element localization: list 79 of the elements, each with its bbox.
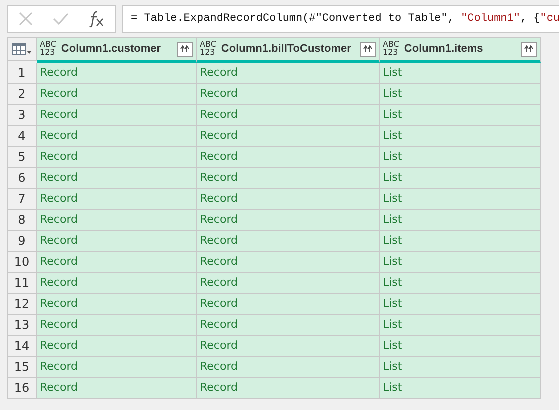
table-cell: Record (197, 105, 380, 126)
table-cell: List (380, 84, 541, 105)
table-cell: Record (37, 147, 197, 168)
row-number: 15 (8, 357, 37, 378)
row-number: 11 (8, 273, 37, 294)
table-cell: Record (37, 63, 197, 84)
table-cell: Record (37, 231, 197, 252)
formula-field[interactable]: = Table.ExpandRecordColumn(#"Converted to Table", "Column1", {"cu (122, 5, 559, 33)
table-cell: Record (197, 294, 380, 315)
type-icon: ABC 123 (383, 41, 400, 57)
table-cell: Record (37, 210, 197, 231)
table-cell: Record (197, 126, 380, 147)
table-cell: List (380, 168, 541, 189)
expand-column-button[interactable] (360, 42, 376, 56)
table-cell: Record (197, 84, 380, 105)
table-cell: List (380, 378, 541, 399)
table-cell: List (380, 126, 541, 147)
table-cell: List (380, 252, 541, 273)
table-cell: Record (197, 315, 380, 336)
table-cell: Record (37, 357, 197, 378)
expand-arrows-icon (524, 45, 534, 53)
type-icon: ABC 123 (40, 41, 56, 57)
table-cell: List (380, 210, 541, 231)
table-cell: Record (197, 147, 380, 168)
row-number: 2 (8, 84, 37, 105)
table-cell: Record (197, 252, 380, 273)
table-cell: Record (37, 273, 197, 294)
expand-column-button[interactable] (521, 42, 537, 56)
table-cell: Record (197, 357, 380, 378)
row-number: 3 (8, 105, 37, 126)
table-cell: Record (37, 126, 197, 147)
column-header[interactable]: Column1.billToCustomer (221, 43, 355, 55)
table-cell: List (380, 315, 541, 336)
row-number: 6 (8, 168, 37, 189)
table-cell: Record (37, 168, 197, 189)
table-cell: List (380, 294, 541, 315)
table-cell: List (380, 357, 541, 378)
row-number: 14 (8, 336, 37, 357)
expand-arrows-icon (363, 45, 373, 53)
row-number: 16 (8, 378, 37, 399)
table-cell: List (380, 273, 541, 294)
table-cell: Record (197, 168, 380, 189)
row-number: 13 (8, 315, 37, 336)
table-cell: Record (37, 315, 197, 336)
table-cell: List (380, 189, 541, 210)
table-cell: Record (37, 189, 197, 210)
table-cell: Record (197, 189, 380, 210)
table-cell: List (380, 105, 541, 126)
table-cell: List (380, 147, 541, 168)
table-cell: Record (37, 84, 197, 105)
row-number: 5 (8, 147, 37, 168)
table-cell: List (380, 336, 541, 357)
row-number: 9 (8, 231, 37, 252)
expand-arrows-icon (180, 45, 190, 53)
table-cell: Record (37, 378, 197, 399)
table-cell: Record (197, 63, 380, 84)
table-cell: Record (197, 273, 380, 294)
table-menu-icon[interactable] (12, 42, 32, 56)
table-cell: List (380, 63, 541, 84)
table-cell: Record (197, 336, 380, 357)
row-number: 1 (8, 63, 37, 84)
table-cell: Record (37, 252, 197, 273)
row-number: 8 (8, 210, 37, 231)
column-header[interactable]: Column1.items (404, 43, 516, 55)
table-cell: Record (197, 231, 380, 252)
table-cell: Record (37, 336, 197, 357)
row-number: 12 (8, 294, 37, 315)
row-number: 4 (8, 126, 37, 147)
table-cell: Record (197, 210, 380, 231)
table-cell: Record (37, 105, 197, 126)
table-cell: Record (37, 294, 197, 315)
row-number: 10 (8, 252, 37, 273)
row-number: 7 (8, 189, 37, 210)
function-icon[interactable] (88, 10, 106, 28)
table-cell: List (380, 231, 541, 252)
type-icon: ABC 123 (200, 41, 216, 57)
expand-column-button[interactable] (177, 42, 193, 56)
table-cell: Record (197, 378, 380, 399)
column-header[interactable]: Column1.customer (61, 43, 172, 55)
